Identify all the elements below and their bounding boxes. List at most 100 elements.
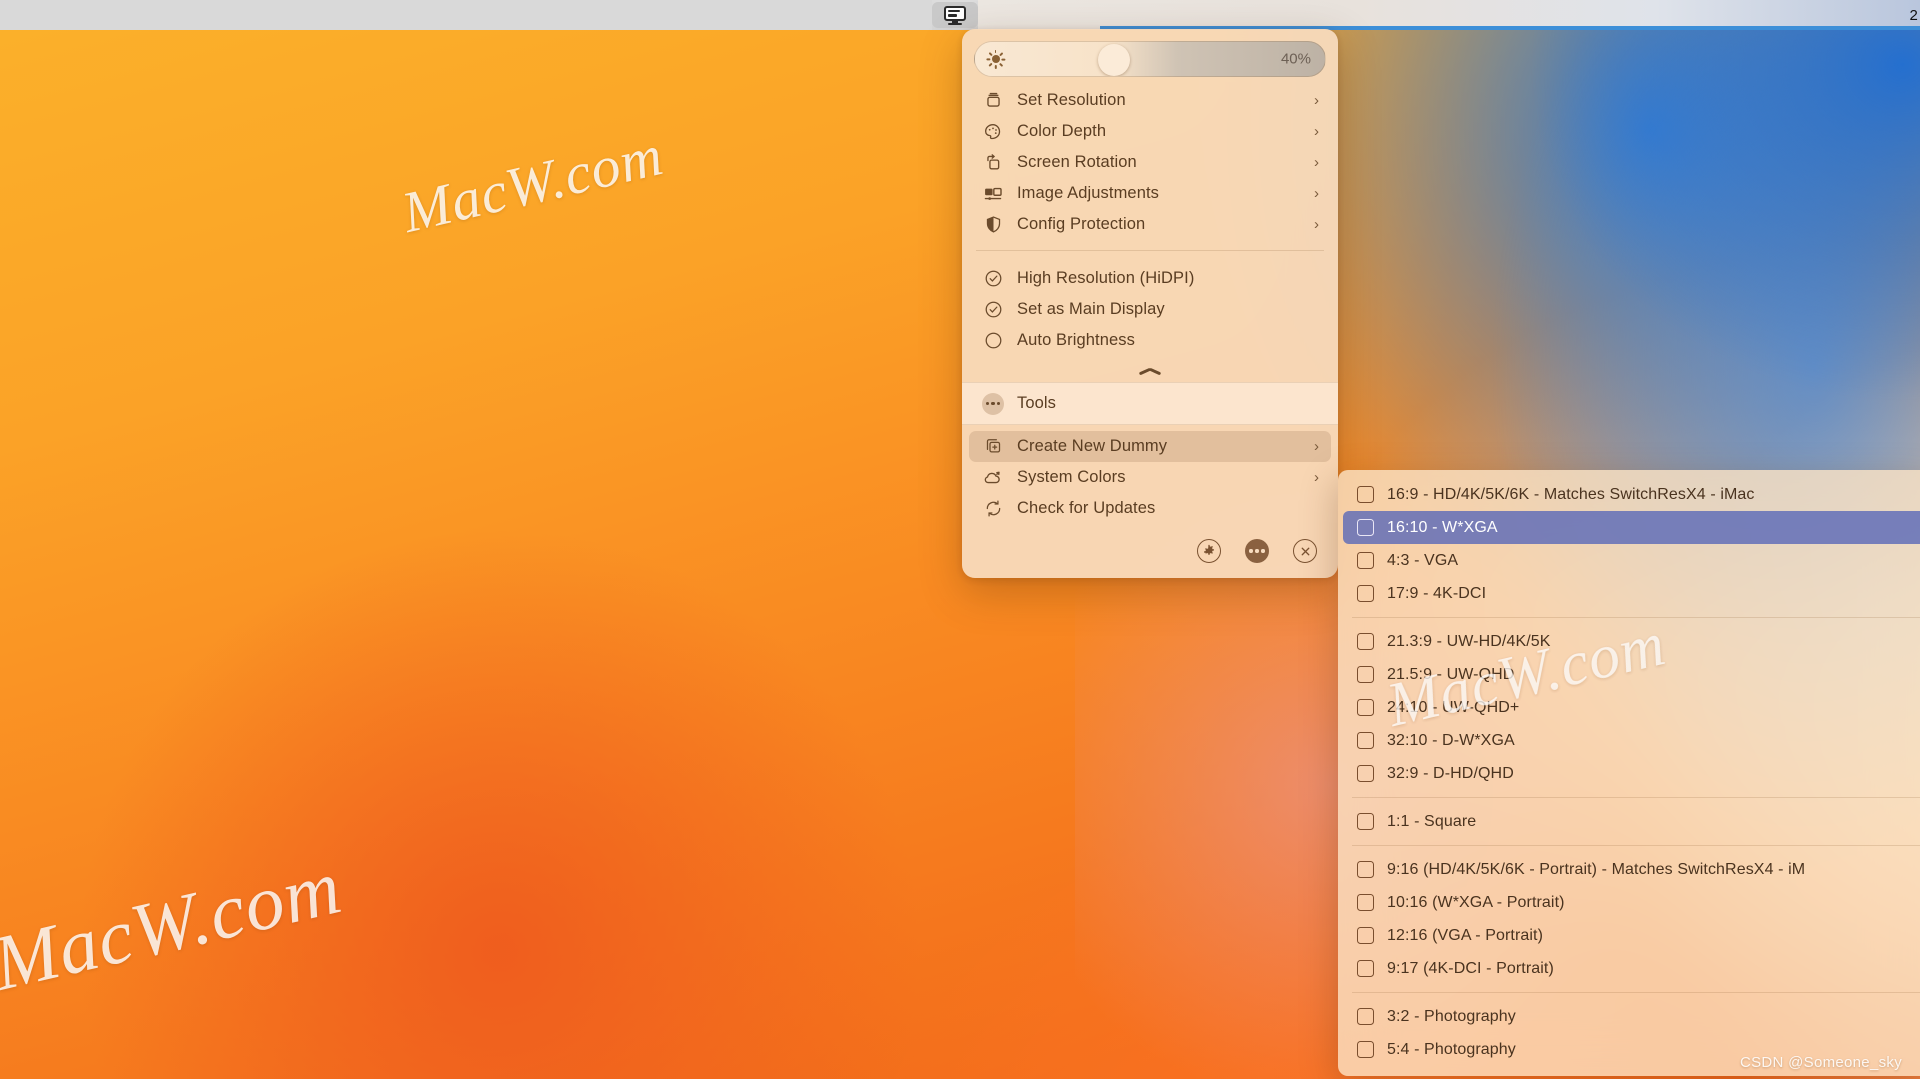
checkbox-icon[interactable]: [1357, 813, 1374, 830]
checkbox-icon[interactable]: [1357, 765, 1374, 782]
menubar-betterdisplay-button[interactable]: [931, 2, 978, 28]
betterdisplay-menu-panel: 40% Set Resolution › Color Depth › Scree…: [962, 29, 1338, 578]
submenu-group-landscape: 16:9 - HD/4K/5K/6K - Matches SwitchResX4…: [1338, 478, 1920, 610]
checkbox-icon[interactable]: [1357, 861, 1374, 878]
submenu-item[interactable]: 9:16 (HD/4K/5K/6K - Portrait) - Matches …: [1343, 853, 1920, 886]
rotate-screen-icon: [981, 153, 1005, 173]
checkbox-icon[interactable]: [1357, 633, 1374, 650]
submenu-item-label: 21.5:9 - UW-QHD: [1387, 665, 1515, 683]
panel-top-section: 40%: [962, 29, 1338, 79]
submenu-separator-3: [1352, 845, 1920, 846]
shield-icon: [981, 215, 1005, 235]
submenu-item[interactable]: 3:2 - Photography: [1343, 1000, 1920, 1033]
settings-button[interactable]: [1196, 538, 1222, 564]
menu-item-label: Screen Rotation: [1017, 153, 1137, 171]
submenu-item-label: 32:9 - D-HD/QHD: [1387, 764, 1514, 782]
close-x-icon: [1293, 539, 1317, 563]
submenu-group-ultrawide: 21.3:9 - UW-HD/4K/5K 21.5:9 - UW-QHD 24:…: [1338, 625, 1920, 790]
submenu-item[interactable]: 32:10 - D-W*XGA: [1343, 724, 1920, 757]
checkbox-icon[interactable]: [1357, 960, 1374, 977]
create-new-dummy-submenu: 16:9 - HD/4K/5K/6K - Matches SwitchResX4…: [1338, 470, 1920, 1076]
chevron-right-icon: ›: [1314, 438, 1319, 455]
refresh-icon: [981, 499, 1005, 519]
submenu-item-label: 4:3 - VGA: [1387, 551, 1459, 569]
check-circle-icon: [981, 300, 1005, 320]
menu-item-label: Auto Brightness: [1017, 331, 1135, 349]
menubar-clock[interactable]: 2: [1909, 7, 1920, 24]
menu-item-high-resolution-hidpi[interactable]: High Resolution (HiDPI): [969, 263, 1331, 294]
checkbox-icon[interactable]: [1357, 666, 1374, 683]
submenu-item[interactable]: 16:10 - W*XGA: [1343, 511, 1920, 544]
menu-item-label: Set as Main Display: [1017, 300, 1165, 318]
csdn-credit-watermark: CSDN @Someone_sky: [1739, 1054, 1902, 1071]
checkbox-icon[interactable]: [1357, 486, 1374, 503]
submenu-item[interactable]: 24:10 - UW-QHD+: [1343, 691, 1920, 724]
checkbox-icon[interactable]: [1357, 732, 1374, 749]
checkbox-icon[interactable]: [1357, 585, 1374, 602]
menu-item-create-new-dummy[interactable]: Create New Dummy ›: [969, 431, 1331, 462]
quit-button[interactable]: [1292, 538, 1318, 564]
checkbox-icon[interactable]: [1357, 699, 1374, 716]
menu-item-tools[interactable]: Tools: [969, 388, 1331, 419]
panel-group-display-settings: Set Resolution › Color Depth › Screen Ro…: [962, 79, 1338, 244]
checkbox-icon[interactable]: [1357, 1041, 1374, 1058]
submenu-item-label: 5:4 - Photography: [1387, 1040, 1516, 1058]
menu-item-label: System Colors: [1017, 468, 1126, 486]
colors-cloud-icon: [981, 468, 1005, 488]
menu-item-config-protection[interactable]: Config Protection ›: [969, 209, 1331, 240]
submenu-item[interactable]: 32:9 - D-HD/QHD: [1343, 757, 1920, 790]
duplicate-plus-icon: [981, 437, 1005, 457]
submenu-separator-1: [1352, 617, 1920, 618]
menu-item-screen-rotation[interactable]: Screen Rotation ›: [969, 147, 1331, 178]
panel-footer: [962, 528, 1338, 578]
panel-collapse-button[interactable]: [962, 360, 1338, 382]
brightness-slider[interactable]: 40%: [974, 41, 1326, 77]
chevron-right-icon: ›: [1314, 469, 1319, 486]
submenu-item[interactable]: 12:16 (VGA - Portrait): [1343, 919, 1920, 952]
menu-item-image-adjustments[interactable]: Image Adjustments ›: [969, 178, 1331, 209]
submenu-item-label: 16:9 - HD/4K/5K/6K - Matches SwitchResX4…: [1387, 485, 1755, 503]
panel-separator-1: [976, 250, 1324, 251]
submenu-separator-2: [1352, 797, 1920, 798]
submenu-group-portrait: 9:16 (HD/4K/5K/6K - Portrait) - Matches …: [1338, 853, 1920, 985]
menu-item-auto-brightness[interactable]: Auto Brightness: [969, 325, 1331, 356]
more-button[interactable]: [1244, 538, 1270, 564]
submenu-item-label: 10:16 (W*XGA - Portrait): [1387, 893, 1565, 911]
submenu-item[interactable]: 21.5:9 - UW-QHD: [1343, 658, 1920, 691]
submenu-item-label: 17:9 - 4K-DCI: [1387, 584, 1487, 602]
checkbox-icon[interactable]: [1357, 894, 1374, 911]
menu-item-label: Color Depth: [1017, 122, 1107, 140]
menubar-left-spacer: [0, 0, 932, 30]
submenu-item[interactable]: 17:9 - 4K-DCI: [1343, 577, 1920, 610]
chevron-right-icon: ›: [1314, 123, 1319, 140]
macos-menubar: 2: [0, 0, 1920, 30]
submenu-separator-4: [1352, 992, 1920, 993]
menu-item-check-for-updates[interactable]: Check for Updates: [969, 493, 1331, 524]
submenu-item[interactable]: 16:9 - HD/4K/5K/6K - Matches SwitchResX4…: [1343, 478, 1920, 511]
submenu-group-square: 1:1 - Square: [1338, 805, 1920, 838]
chevron-right-icon: ›: [1314, 92, 1319, 109]
menu-item-label: Set Resolution: [1017, 91, 1126, 109]
menu-item-set-resolution[interactable]: Set Resolution ›: [969, 85, 1331, 116]
submenu-item[interactable]: 4:3 - VGA: [1343, 544, 1920, 577]
menu-item-label: Image Adjustments: [1017, 184, 1160, 202]
panel-group-actions: Create New Dummy › System Colors › Check…: [962, 425, 1338, 528]
checkbox-icon[interactable]: [1357, 552, 1374, 569]
checkbox-icon[interactable]: [1357, 927, 1374, 944]
brightness-value-label: 40%: [1280, 50, 1311, 68]
checkbox-icon[interactable]: [1357, 1008, 1374, 1025]
submenu-item[interactable]: 10:16 (W*XGA - Portrait): [1343, 886, 1920, 919]
submenu-item[interactable]: 9:17 (4K-DCI - Portrait): [1343, 952, 1920, 985]
menu-item-set-as-main-display[interactable]: Set as Main Display: [969, 294, 1331, 325]
submenu-item-label: 9:16 (HD/4K/5K/6K - Portrait) - Matches …: [1387, 860, 1806, 878]
brightness-slider-knob[interactable]: [1098, 44, 1130, 76]
submenu-item[interactable]: 1:1 - Square: [1343, 805, 1920, 838]
menu-item-color-depth[interactable]: Color Depth ›: [969, 116, 1331, 147]
submenu-item[interactable]: 21.3:9 - UW-HD/4K/5K: [1343, 625, 1920, 658]
menu-item-label: Create New Dummy: [1017, 437, 1168, 455]
panel-tools-band: Tools: [962, 382, 1338, 425]
display-icon: [943, 5, 966, 25]
menu-item-system-colors[interactable]: System Colors ›: [969, 462, 1331, 493]
checkbox-icon[interactable]: [1357, 519, 1374, 536]
submenu-item-label: 32:10 - D-W*XGA: [1387, 731, 1515, 749]
